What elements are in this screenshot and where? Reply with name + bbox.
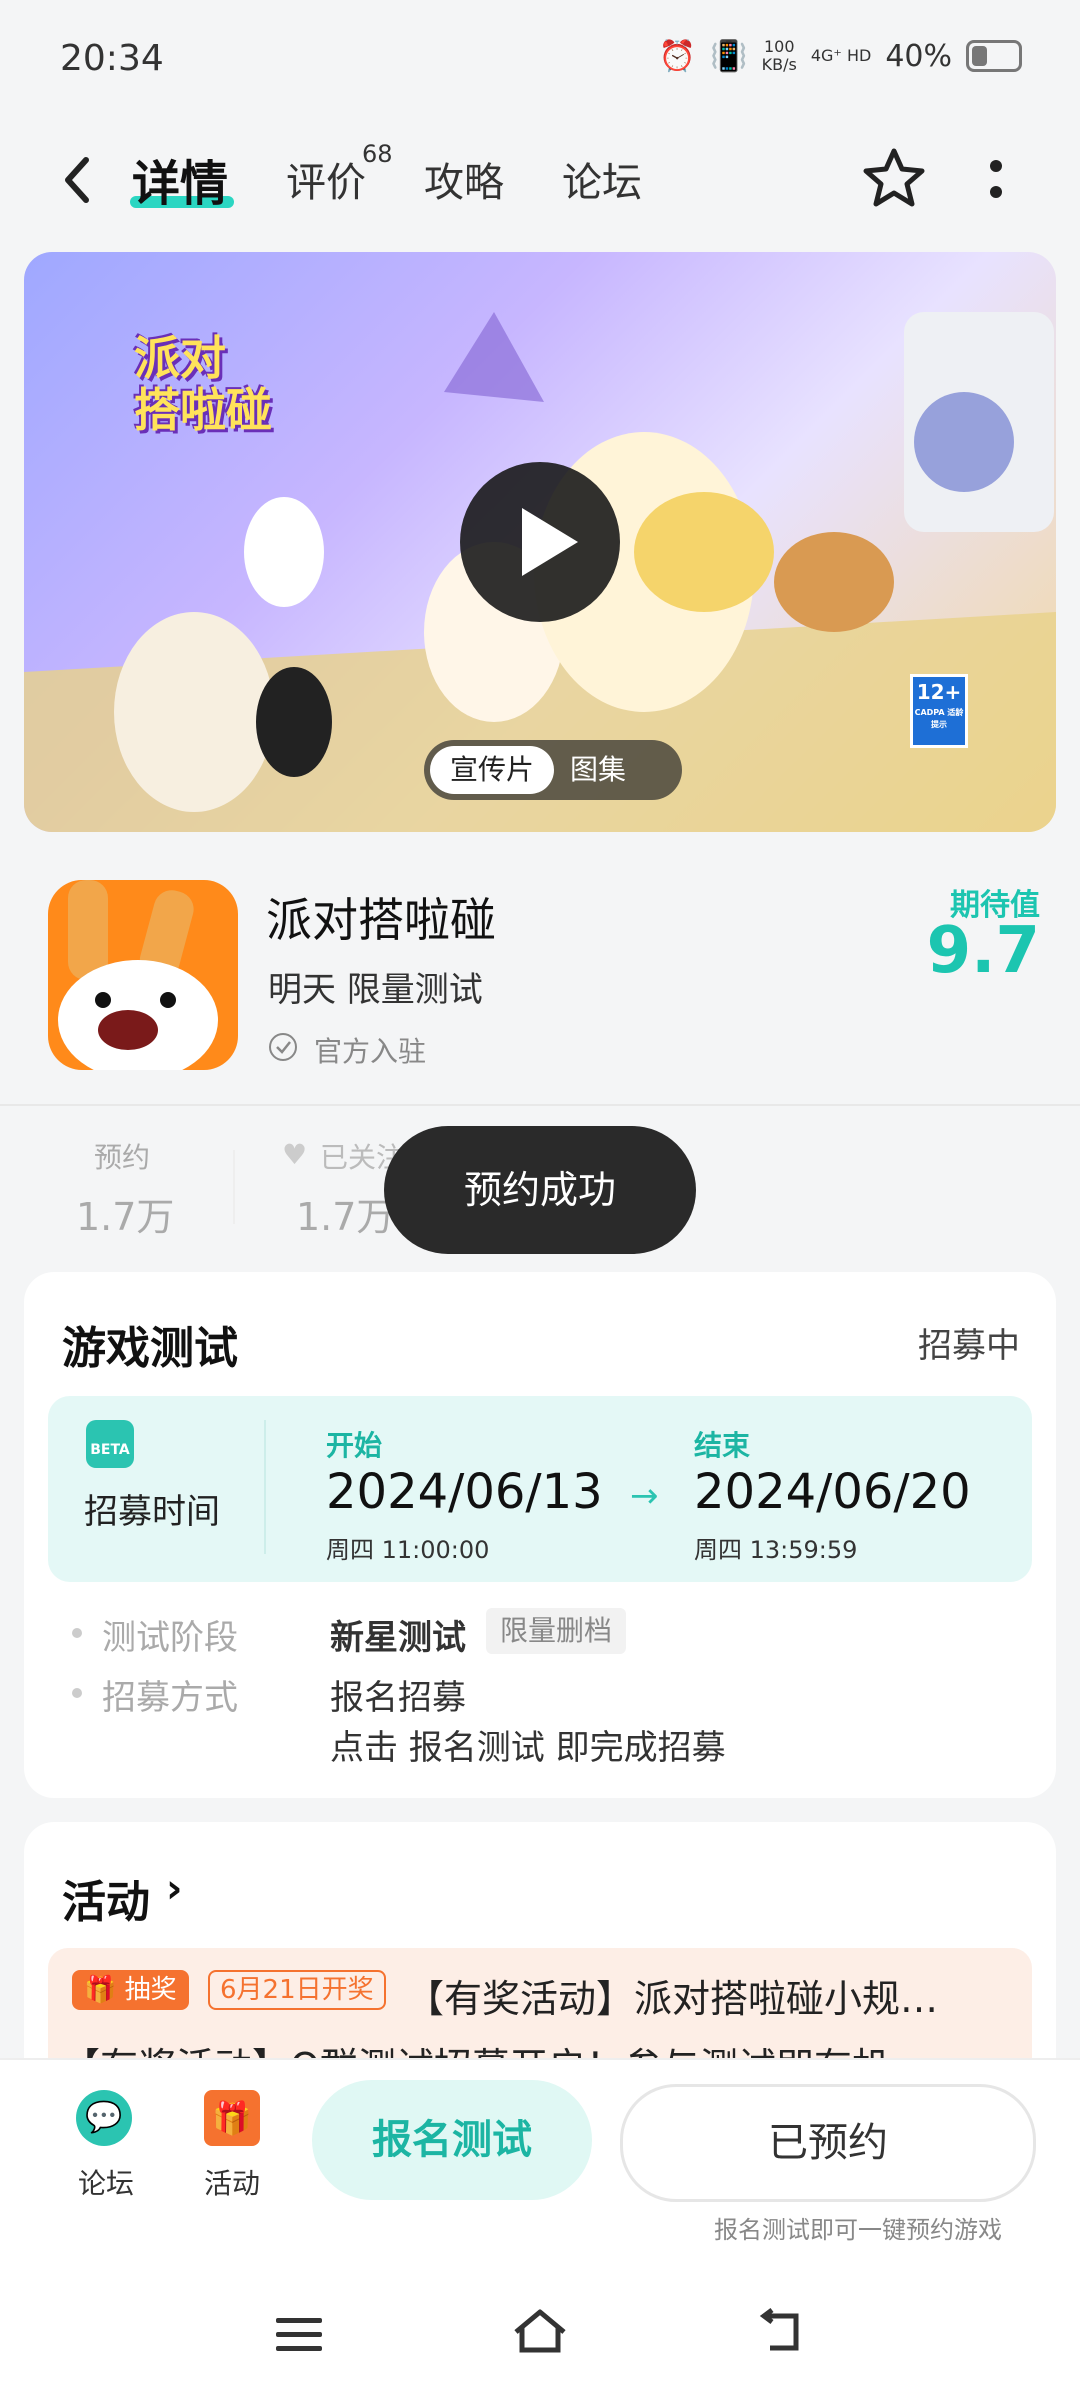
tab-detail[interactable]: 详情 xyxy=(132,144,228,214)
menu-icon[interactable] xyxy=(276,2318,322,2360)
official-label: 官方入驻 xyxy=(314,1035,427,1068)
followers-count: 1.7万 xyxy=(296,1195,395,1239)
game-icon-art xyxy=(58,880,218,1070)
start-date: 2024/06/13 xyxy=(326,1464,603,1520)
signal-icon: 4G⁺ HD xyxy=(810,46,872,65)
start-time: 周四 11:00:00 xyxy=(326,1536,490,1564)
promo-video-tab[interactable]: 宣传片 xyxy=(430,746,554,794)
logo-line2: 搭啦碰 xyxy=(134,383,272,437)
tab-review[interactable]: 评价 xyxy=(286,150,366,208)
game-title: 派对搭啦碰 xyxy=(266,893,496,947)
expectation-score: 9.7 xyxy=(926,914,1040,988)
test-phase-tag: 限量删档 xyxy=(486,1608,627,1654)
tab-forum[interactable]: 论坛 xyxy=(562,150,642,208)
gift-icon[interactable]: 🎁 xyxy=(204,2090,260,2146)
signup-hint: 报名测试即可一键预约游戏 xyxy=(714,2216,1002,2244)
age-rating-note: CADPA 适龄提示 xyxy=(914,708,964,729)
test-section-title: 游戏测试 xyxy=(62,1323,238,1374)
vibrate-icon: 📳 xyxy=(710,38,748,74)
signup-test-button[interactable]: 报名测试 xyxy=(312,2080,592,2200)
recruit-method-value: 报名招募 xyxy=(330,1678,466,1718)
lottery-tag: 🎁 抽奖 xyxy=(72,1970,189,2010)
game-icon xyxy=(48,880,238,1070)
time-separator xyxy=(264,1420,266,1554)
more-options-icon[interactable] xyxy=(988,156,1004,202)
recruitment-time-label: 招募时间 xyxy=(84,1492,220,1532)
end-time: 周四 13:59:59 xyxy=(694,1536,858,1564)
reserved-button[interactable]: 已预约 xyxy=(620,2084,1036,2202)
end-date: 2024/06/20 xyxy=(694,1464,971,1520)
activity-section-title[interactable]: 活动 xyxy=(62,1866,150,1930)
lottery-tag-label: 抽奖 xyxy=(124,1975,177,2005)
recruitment-status: 招募中 xyxy=(918,1326,1020,1366)
test-phase-label: 测试阶段 xyxy=(102,1618,238,1658)
gallery-tab[interactable]: 图集 xyxy=(570,746,626,794)
net-speed-value: 100 xyxy=(763,37,795,56)
net-speed-unit: KB/s xyxy=(761,55,797,74)
battery-icon xyxy=(966,40,1022,72)
verified-check-icon xyxy=(269,1033,297,1061)
tab-guide[interactable]: 攻略 xyxy=(424,150,504,208)
forum-chat-icon[interactable]: 💬 xyxy=(76,2090,132,2146)
reservations-label: 预约 xyxy=(94,1141,151,1174)
draw-date-tag: 6月21日开奖 xyxy=(208,1970,386,2010)
status-icons: ⏰ 📳 100 KB/s 4G⁺ HD 40% xyxy=(659,38,1022,74)
test-phase-value: 新星测试 xyxy=(330,1618,466,1658)
back-icon[interactable] xyxy=(56,150,100,210)
stats-separator xyxy=(233,1150,235,1224)
recruit-method-label: 招募方式 xyxy=(102,1678,238,1718)
status-time: 20:34 xyxy=(60,38,164,79)
age-rating-badge: 12+ CADPA 适龄提示 xyxy=(910,674,968,748)
divider xyxy=(0,1104,1080,1106)
net-speed: 100 KB/s xyxy=(762,38,797,74)
game-release-status: 明天 限量测试 xyxy=(268,970,483,1010)
battery-percent: 40% xyxy=(885,38,952,74)
activity-item-title-2[interactable]: 【有奖活动】Q群测试招募开启！参与测试即有机 xyxy=(62,2036,1002,2060)
home-icon[interactable] xyxy=(510,2306,570,2356)
bullet-dot xyxy=(72,1688,82,1698)
favorite-star-icon[interactable] xyxy=(862,146,926,210)
back-nav-icon[interactable] xyxy=(756,2306,806,2356)
play-button[interactable] xyxy=(460,462,620,622)
recruit-method-description: 点击 报名测试 即完成招募 xyxy=(330,1728,726,1768)
heart-icon: ♥ xyxy=(282,1138,308,1171)
bullet-dot xyxy=(72,1628,82,1638)
game-logo: 派对 搭啦碰 xyxy=(134,332,272,436)
beta-alarm-icon: BETA xyxy=(86,1420,134,1468)
alarm-icon: ⏰ xyxy=(658,38,697,74)
forum-label[interactable]: 论坛 xyxy=(78,2162,134,2202)
age-rating-text: 12+ xyxy=(916,680,962,704)
activity-item-title[interactable]: 【有奖活动】派对搭啦碰小规… xyxy=(406,1968,976,2023)
toast-reservation-success: 预约成功 xyxy=(384,1126,696,1254)
activity-label[interactable]: 活动 xyxy=(204,2162,260,2202)
reservations-count: 1.7万 xyxy=(76,1195,175,1239)
play-icon xyxy=(522,508,578,576)
arrow-right-icon: → xyxy=(630,1476,659,1516)
review-count-badge: 68 xyxy=(362,140,393,168)
end-label: 结束 xyxy=(694,1429,751,1462)
promo-video-banner[interactable]: 派对 搭啦碰 12+ CADPA 适龄提示 宣传片 图集 xyxy=(24,252,1056,832)
logo-line1: 派对 xyxy=(134,331,226,385)
start-label: 开始 xyxy=(326,1429,383,1462)
media-toggle: 宣传片 图集 xyxy=(424,740,682,800)
chevron-right-icon[interactable]: › xyxy=(166,1866,182,1912)
